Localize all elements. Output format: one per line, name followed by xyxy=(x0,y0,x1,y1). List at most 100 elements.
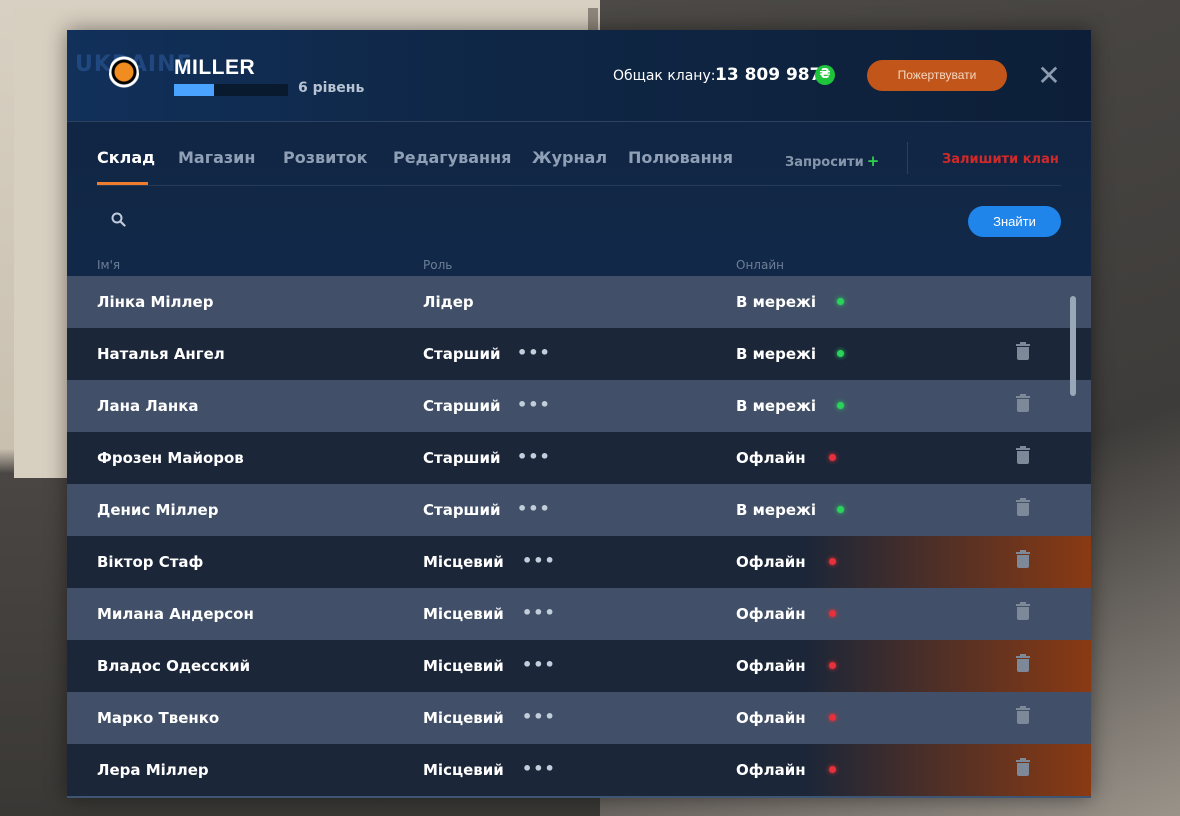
more-options-icon[interactable]: ••• xyxy=(517,499,551,518)
search-icon xyxy=(111,212,126,231)
member-name: Фрозен Майоров xyxy=(97,449,244,467)
search-input[interactable] xyxy=(137,206,897,238)
member-name: Владос Одесский xyxy=(97,657,251,675)
more-options-icon[interactable]: ••• xyxy=(522,707,556,726)
trash-icon[interactable] xyxy=(1016,394,1030,412)
trash-icon[interactable] xyxy=(1016,550,1030,568)
member-role: Місцевий xyxy=(423,605,504,623)
offline-indicator-icon xyxy=(829,454,836,461)
invite-label: Запросити xyxy=(785,155,864,170)
offline-indicator-icon xyxy=(829,766,836,773)
active-tab-underline xyxy=(97,182,148,185)
online-indicator-icon xyxy=(837,350,844,357)
tab-journal[interactable]: Журнал xyxy=(532,148,607,167)
offline-indicator-icon xyxy=(829,558,836,565)
trash-icon[interactable] xyxy=(1016,602,1030,620)
level-progress-fill xyxy=(174,84,214,96)
more-options-icon[interactable]: ••• xyxy=(522,551,556,570)
member-name: Наталья Ангел xyxy=(97,345,225,363)
more-options-icon[interactable]: ••• xyxy=(517,395,551,414)
member-status: Офлайн xyxy=(736,709,806,727)
find-button[interactable]: Знайти xyxy=(968,206,1061,237)
member-status: Офлайн xyxy=(736,553,806,571)
more-options-icon[interactable]: ••• xyxy=(517,447,551,466)
member-status: В мережі xyxy=(736,397,817,415)
treasury-label: Общак клану: xyxy=(613,68,716,84)
table-row: Милана Андерсон Місцевий ••• Офлайн xyxy=(67,588,1091,640)
leave-clan-button[interactable]: Залишити клан xyxy=(942,152,1059,167)
member-table: Лінка Міллер Лідер В мережі Наталья Анге… xyxy=(67,276,1091,796)
member-role: Місцевий xyxy=(423,657,504,675)
online-indicator-icon xyxy=(837,298,844,305)
member-role: Місцевий xyxy=(423,709,504,727)
member-role: Старший xyxy=(423,397,501,415)
column-header-online: Онлайн xyxy=(736,258,784,272)
level-progress-bar xyxy=(174,84,288,96)
donate-button[interactable]: Пожертвувати xyxy=(867,60,1007,91)
table-row: Лінка Міллер Лідер В мережі xyxy=(67,276,1091,328)
member-status: Офлайн xyxy=(736,449,806,467)
member-role: Старший xyxy=(423,345,501,363)
offline-indicator-icon xyxy=(829,714,836,721)
more-options-icon[interactable]: ••• xyxy=(522,759,556,778)
trash-icon[interactable] xyxy=(1016,446,1030,464)
column-header-name: Ім'я xyxy=(97,258,121,272)
table-row: Лана Ланка Старший ••• В мережі xyxy=(67,380,1091,432)
member-name: Лінка Міллер xyxy=(97,293,214,311)
tab-shop[interactable]: Магазин xyxy=(178,148,255,167)
clan-emblem-icon xyxy=(109,54,139,94)
member-name: Марко Твенко xyxy=(97,709,220,727)
table-row: Лера Міллер Місцевий ••• Офлайн xyxy=(67,744,1091,796)
scrollbar[interactable] xyxy=(1070,296,1076,396)
member-name: Віктор Стаф xyxy=(97,553,204,571)
trash-icon[interactable] xyxy=(1016,706,1030,724)
more-options-icon[interactable]: ••• xyxy=(522,655,556,674)
level-text: 6 рівень xyxy=(298,80,365,96)
member-status: Офлайн xyxy=(736,605,806,623)
member-role: Місцевий xyxy=(423,761,504,779)
plus-icon: + xyxy=(866,152,880,170)
treasury-value: 13 809 987 xyxy=(715,65,822,85)
tab-storage[interactable]: Склад xyxy=(97,148,155,167)
member-name: Милана Андерсон xyxy=(97,605,254,623)
currency-icon: ₴ xyxy=(815,65,835,85)
column-header-role: Роль xyxy=(423,258,453,272)
member-status: В мережі xyxy=(736,345,817,363)
more-options-icon[interactable]: ••• xyxy=(522,603,556,622)
member-role: Старший xyxy=(423,501,501,519)
online-indicator-icon xyxy=(837,506,844,513)
member-status: В мережі xyxy=(736,293,817,311)
member-role: Старший xyxy=(423,449,501,467)
trash-icon[interactable] xyxy=(1016,498,1030,516)
search-row: Знайти xyxy=(97,206,1061,238)
member-role: Місцевий xyxy=(423,553,504,571)
trash-icon[interactable] xyxy=(1016,758,1030,776)
table-row: Марко Твенко Місцевий ••• Офлайн xyxy=(67,692,1091,744)
offline-indicator-icon xyxy=(829,662,836,669)
clan-name: MILLER xyxy=(174,56,256,79)
invite-button[interactable]: Запросити + xyxy=(785,152,879,170)
member-name: Денис Міллер xyxy=(97,501,219,519)
trash-icon[interactable] xyxy=(1016,342,1030,360)
tab-hunting[interactable]: Полювання xyxy=(628,148,733,167)
close-icon[interactable]: ✕ xyxy=(1035,62,1063,90)
table-row: Наталья Ангел Старший ••• В мережі xyxy=(67,328,1091,380)
member-status: Офлайн xyxy=(736,657,806,675)
tab-divider xyxy=(907,142,908,174)
clan-header: UKRAINE MILLER 6 рівень Общак клану: 13 … xyxy=(67,30,1091,122)
member-status: Офлайн xyxy=(736,761,806,779)
member-status: В мережі xyxy=(736,501,817,519)
member-role: Лідер xyxy=(423,293,474,311)
table-row: Віктор Стаф Місцевий ••• Офлайн xyxy=(67,536,1091,588)
panel-bottom-border xyxy=(67,796,1091,798)
tab-editing[interactable]: Редагування xyxy=(393,148,511,167)
member-name: Лана Ланка xyxy=(97,397,199,415)
online-indicator-icon xyxy=(837,402,844,409)
table-row: Денис Міллер Старший ••• В мережі xyxy=(67,484,1091,536)
trash-icon[interactable] xyxy=(1016,654,1030,672)
tab-bar: Склад Магазин Розвиток Редагування Журна… xyxy=(97,122,1061,186)
clan-panel: UKRAINE MILLER 6 рівень Общак клану: 13 … xyxy=(67,30,1091,798)
tab-development[interactable]: Розвиток xyxy=(283,148,367,167)
more-options-icon[interactable]: ••• xyxy=(517,343,551,362)
offline-indicator-icon xyxy=(829,610,836,617)
